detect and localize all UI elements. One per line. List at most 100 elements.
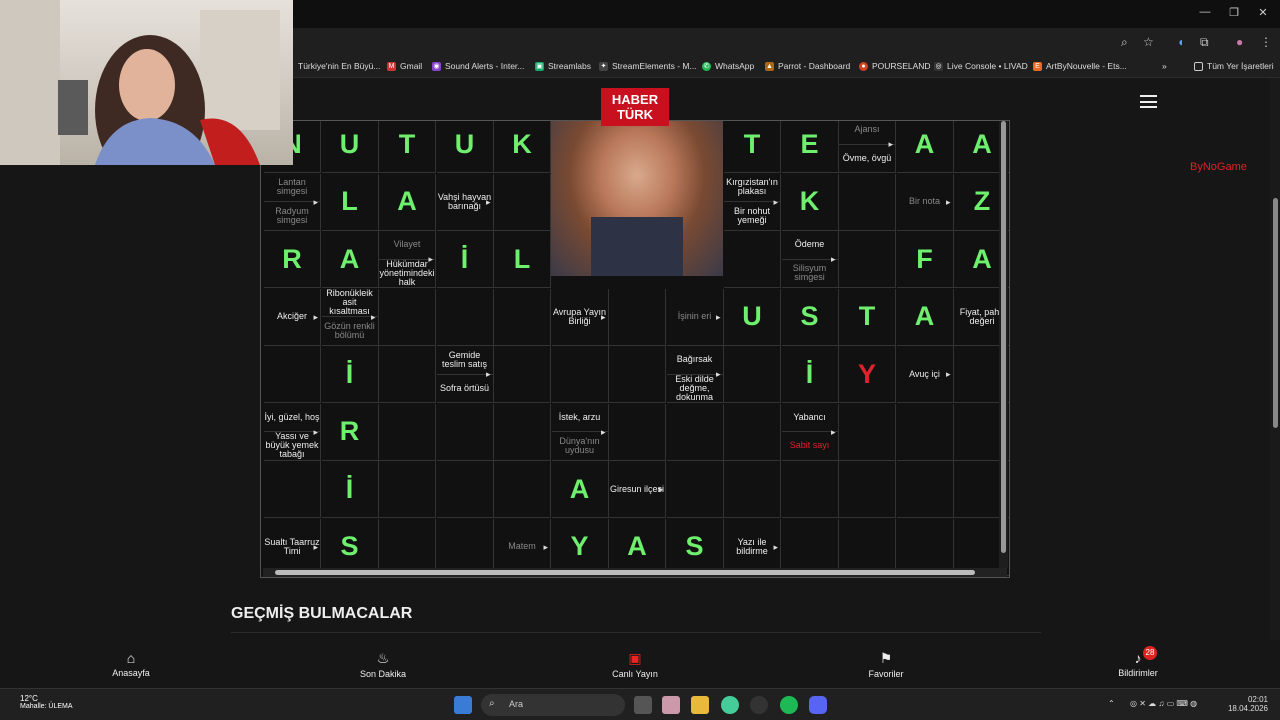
- puzzle-cell-empty[interactable]: [724, 231, 781, 288]
- puzzle-cell-empty[interactable]: [839, 518, 896, 576]
- puzzle-cell-empty[interactable]: [264, 461, 321, 518]
- windows-start-icon[interactable]: [454, 696, 472, 714]
- puzzle-cell-empty[interactable]: [666, 461, 724, 518]
- tray-icons[interactable]: ◎ ✕ ☁ ♫ ▭ ⌨ ◍: [1130, 699, 1197, 708]
- puzzle-cell-empty[interactable]: [379, 518, 436, 576]
- spotify-icon[interactable]: [780, 696, 798, 714]
- puzzle-cell-empty[interactable]: [379, 288, 436, 346]
- puzzle-cell-letter[interactable]: R: [321, 403, 379, 461]
- puzzle-cell-letter[interactable]: Y: [839, 346, 896, 403]
- puzzle-cell-empty[interactable]: [379, 461, 436, 518]
- restore-icon[interactable]: ❐: [1225, 6, 1243, 19]
- chrome-icon[interactable]: [721, 696, 739, 714]
- puzzle-cell-letter[interactable]: K: [494, 121, 551, 173]
- puzzle-cell-empty[interactable]: [494, 346, 551, 403]
- puzzle-cell-letter[interactable]: A: [896, 121, 954, 173]
- nav-live[interactable]: ▣ Canlı Yayın: [580, 650, 690, 679]
- puzzle-cell-letter[interactable]: İ: [781, 346, 839, 403]
- close-icon[interactable]: ✕: [1254, 6, 1272, 19]
- discord-icon[interactable]: [809, 696, 827, 714]
- puzzle-cell-empty[interactable]: [609, 403, 666, 461]
- puzzle-cell-empty[interactable]: [551, 346, 609, 403]
- more-bookmarks-icon[interactable]: »: [1162, 61, 1167, 71]
- puzzle-cell-letter[interactable]: T: [839, 288, 896, 346]
- nav-home[interactable]: ⌂ Anasayfa: [76, 650, 186, 678]
- puzzle-cell-empty[interactable]: [436, 518, 494, 576]
- extension-icon[interactable]: ◖: [1177, 35, 1184, 49]
- puzzle-cell-empty[interactable]: [494, 288, 551, 346]
- puzzle-cell-letter[interactable]: İ: [321, 461, 379, 518]
- bookmark-item[interactable]: ✦ StreamElements - M...: [599, 61, 697, 71]
- puzzle-cell-letter[interactable]: E: [781, 121, 839, 173]
- puzzle-cell-empty[interactable]: [494, 173, 551, 231]
- puzzle-cell-empty[interactable]: [609, 288, 666, 346]
- page-scrollbar[interactable]: [1270, 78, 1280, 688]
- nav-favorites[interactable]: ⚑ Favoriler: [831, 650, 941, 679]
- bookmark-item[interactable]: ▲ Parrot - Dashboard: [765, 61, 850, 71]
- puzzle-cell-empty[interactable]: [896, 461, 954, 518]
- minimize-icon[interactable]: —: [1196, 6, 1214, 18]
- puzzle-cell-letter[interactable]: F: [896, 231, 954, 288]
- bookmark-item[interactable]: ◉ Sound Alerts - Inter...: [432, 61, 524, 71]
- puzzle-cell-letter[interactable]: İ: [436, 231, 494, 288]
- puzzle-cell-empty[interactable]: [781, 518, 839, 576]
- puzzle-cell-empty[interactable]: [436, 288, 494, 346]
- puzzle-cell-letter[interactable]: K: [781, 173, 839, 231]
- puzzle-cell-empty[interactable]: [839, 461, 896, 518]
- puzzle-cell-letter[interactable]: L: [321, 173, 379, 231]
- nav-notifications[interactable]: ♪ Bildirimler: [1083, 650, 1193, 678]
- copilot-icon[interactable]: [662, 696, 680, 714]
- puzzle-cell-empty[interactable]: [839, 403, 896, 461]
- puzzle-vertical-scrollbar[interactable]: [999, 121, 1008, 568]
- puzzle-cell-empty[interactable]: [839, 231, 896, 288]
- puzzle-cell-letter[interactable]: Y: [551, 518, 609, 576]
- puzzle-cell-empty[interactable]: [896, 403, 954, 461]
- puzzle-icon[interactable]: ⧉: [1200, 35, 1209, 50]
- puzzle-cell-letter[interactable]: İ: [321, 346, 379, 403]
- bookmark-item[interactable]: ◎ Live Console • LIVAD: [934, 61, 1028, 71]
- puzzle-cell-empty[interactable]: [839, 173, 896, 231]
- taskbar-search[interactable]: Ara: [481, 694, 625, 716]
- puzzle-cell-empty[interactable]: [896, 518, 954, 576]
- puzzle-cell-empty[interactable]: [724, 346, 781, 403]
- bookmark-item[interactable]: Türkiye'nin En Büyü...: [298, 61, 380, 71]
- bookmark-item[interactable]: ● POURSELAND: [859, 61, 931, 71]
- file-explorer-icon[interactable]: [691, 696, 709, 714]
- puzzle-cell-empty[interactable]: [379, 403, 436, 461]
- puzzle-cell-empty[interactable]: [724, 403, 781, 461]
- puzzle-cell-letter[interactable]: R: [264, 231, 321, 288]
- bookmark-item[interactable]: ✆ WhatsApp: [702, 61, 754, 71]
- puzzle-cell-empty[interactable]: [494, 403, 551, 461]
- puzzle-cell-letter[interactable]: S: [666, 518, 724, 576]
- puzzle-cell-letter[interactable]: A: [321, 231, 379, 288]
- bookmark-item[interactable]: M Gmail: [387, 61, 422, 71]
- puzzle-cell-letter[interactable]: T: [379, 121, 436, 173]
- zoom-icon[interactable]: ⌕: [1121, 35, 1128, 50]
- tray-chevron-icon[interactable]: ⌃: [1108, 699, 1115, 708]
- clock[interactable]: 02:01 18.04.2026: [1224, 695, 1268, 713]
- haberturk-logo[interactable]: HABER TÜRK: [601, 88, 669, 126]
- bookmark-item[interactable]: E ArtByNouvelle - Ets...: [1033, 61, 1127, 71]
- puzzle-cell-empty[interactable]: [609, 346, 666, 403]
- puzzle-cell-empty[interactable]: [264, 346, 321, 403]
- hamburger-menu-icon[interactable]: [1140, 95, 1157, 108]
- puzzle-cell-empty[interactable]: [436, 403, 494, 461]
- puzzle-cell-letter[interactable]: A: [896, 288, 954, 346]
- puzzle-cell-letter[interactable]: U: [724, 288, 781, 346]
- profile-icon[interactable]: ●: [1236, 35, 1243, 49]
- puzzle-cell-letter[interactable]: S: [781, 288, 839, 346]
- puzzle-cell-letter[interactable]: A: [551, 461, 609, 518]
- puzzle-cell-letter[interactable]: L: [494, 231, 551, 288]
- menu-dots-icon[interactable]: ⋮: [1260, 35, 1272, 49]
- puzzle-cell-letter[interactable]: A: [609, 518, 666, 576]
- puzzle-cell-letter[interactable]: T: [724, 121, 781, 173]
- puzzle-cell-empty[interactable]: [379, 346, 436, 403]
- star-icon[interactable]: ☆: [1143, 35, 1154, 49]
- obs-icon[interactable]: [750, 696, 768, 714]
- puzzle-cell-letter[interactable]: U: [436, 121, 494, 173]
- puzzle-horizontal-scrollbar[interactable]: [263, 568, 1007, 577]
- weather-widget[interactable]: 12°C Mahalle: ÜLEMA: [20, 694, 73, 710]
- puzzle-cell-empty[interactable]: [666, 403, 724, 461]
- puzzle-cell-empty[interactable]: [494, 461, 551, 518]
- puzzle-cell-empty[interactable]: [781, 461, 839, 518]
